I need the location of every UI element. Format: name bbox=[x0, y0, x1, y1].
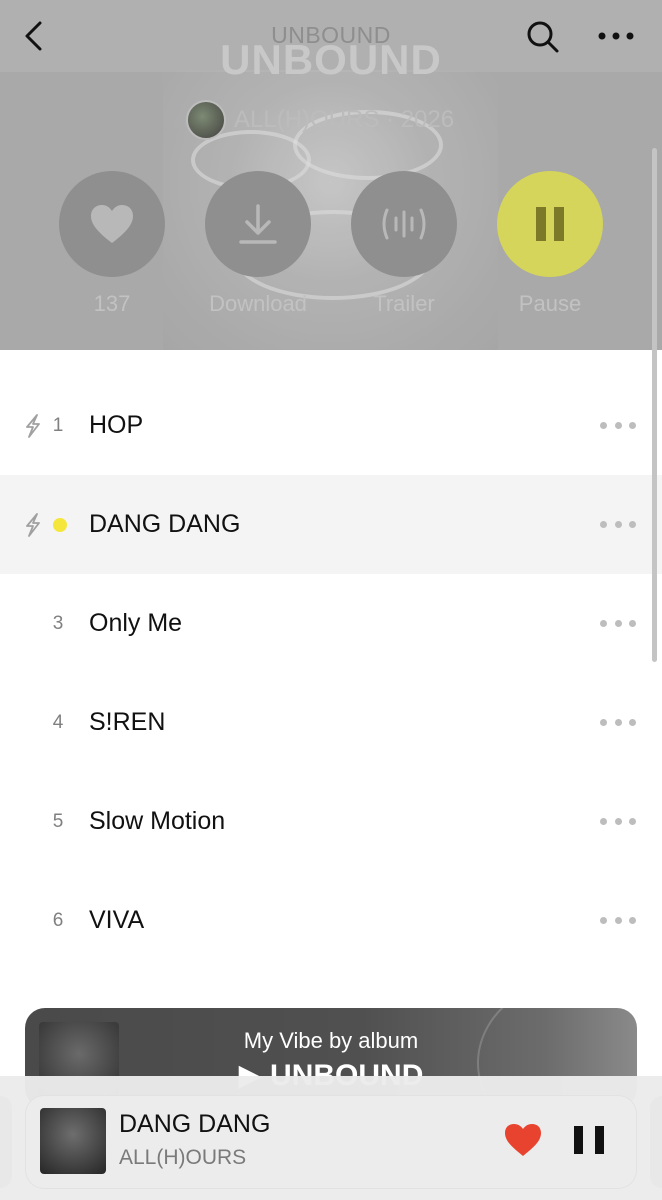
download-action: Download bbox=[205, 171, 311, 317]
lightning-icon bbox=[26, 513, 40, 537]
track-row[interactable]: 1 HOP bbox=[0, 376, 662, 475]
track-more-button[interactable] bbox=[600, 515, 636, 535]
track-number: 5 bbox=[52, 810, 64, 832]
track-more-button[interactable] bbox=[600, 416, 636, 436]
track-title: Only Me bbox=[89, 609, 183, 637]
pause-icon bbox=[536, 207, 564, 241]
mini-player-pause-button[interactable] bbox=[574, 1120, 604, 1160]
track-number: 6 bbox=[52, 909, 64, 931]
mini-player-prev-peek[interactable] bbox=[0, 1096, 12, 1188]
mini-player[interactable]: DANG DANG ALL(H)OURS bbox=[26, 1096, 636, 1188]
track-title: DANG DANG bbox=[89, 510, 241, 538]
track-more-button[interactable] bbox=[600, 713, 636, 733]
download-button[interactable] bbox=[205, 171, 311, 277]
heart-icon bbox=[91, 205, 133, 243]
artist-row[interactable]: ALL(H)OURS · 2026 bbox=[186, 98, 454, 142]
heart-icon[interactable] bbox=[503, 1122, 543, 1158]
track-more-button[interactable] bbox=[600, 812, 636, 832]
download-icon bbox=[239, 204, 277, 244]
track-number: 4 bbox=[52, 711, 64, 733]
trailer-button[interactable] bbox=[351, 171, 457, 277]
artist-avatar[interactable] bbox=[186, 100, 226, 140]
mini-player-cover bbox=[40, 1108, 106, 1174]
track-title: HOP bbox=[89, 411, 144, 439]
trailer-waveform-icon bbox=[382, 208, 426, 240]
pause-action: Pause bbox=[497, 171, 603, 317]
track-number: 1 bbox=[52, 414, 64, 436]
track-title: VIVA bbox=[89, 906, 145, 934]
track-row[interactable]: 4 S!REN bbox=[0, 673, 662, 772]
trailer-action: Trailer bbox=[351, 171, 457, 317]
like-action: 137 bbox=[59, 171, 165, 317]
mini-player-song-title: DANG DANG bbox=[119, 1110, 271, 1138]
track-list: 1 HOP DANG DANG 3 Only Me 4 S!REN 5 Slow… bbox=[0, 376, 662, 970]
track-title: Slow Motion bbox=[89, 807, 226, 835]
track-row[interactable]: 5 Slow Motion bbox=[0, 772, 662, 871]
artist-year-label: ALL(H)OURS · 2026 bbox=[234, 106, 455, 133]
lightning-icon bbox=[26, 414, 40, 438]
track-number: 3 bbox=[52, 612, 64, 634]
track-more-button[interactable] bbox=[600, 614, 636, 634]
now-playing-indicator bbox=[53, 517, 67, 532]
track-row[interactable]: 6 VIVA bbox=[0, 871, 662, 970]
track-more-button[interactable] bbox=[600, 911, 636, 931]
track-row-playing[interactable]: DANG DANG bbox=[0, 475, 662, 574]
like-button[interactable] bbox=[59, 171, 165, 277]
mini-player-bar: DANG DANG ALL(H)OURS bbox=[0, 1076, 662, 1200]
album-header: UNBOUND UNBOUND ALL(H)OURS · 2026 137 Do… bbox=[0, 0, 662, 350]
track-row[interactable]: 3 Only Me bbox=[0, 574, 662, 673]
pause-button[interactable] bbox=[497, 171, 603, 277]
album-title: UNBOUND bbox=[220, 36, 442, 83]
trailer-label: Trailer bbox=[373, 291, 435, 316]
pause-label: Pause bbox=[518, 291, 582, 316]
scrollbar[interactable] bbox=[652, 148, 657, 662]
mini-player-next-peek[interactable] bbox=[650, 1096, 662, 1188]
track-title: S!REN bbox=[89, 708, 166, 736]
like-count: 137 bbox=[93, 291, 131, 316]
mini-player-artist: ALL(H)OURS bbox=[119, 1146, 247, 1169]
vibe-title: My Vibe by album bbox=[243, 1028, 419, 1053]
download-label: Download bbox=[209, 291, 307, 316]
